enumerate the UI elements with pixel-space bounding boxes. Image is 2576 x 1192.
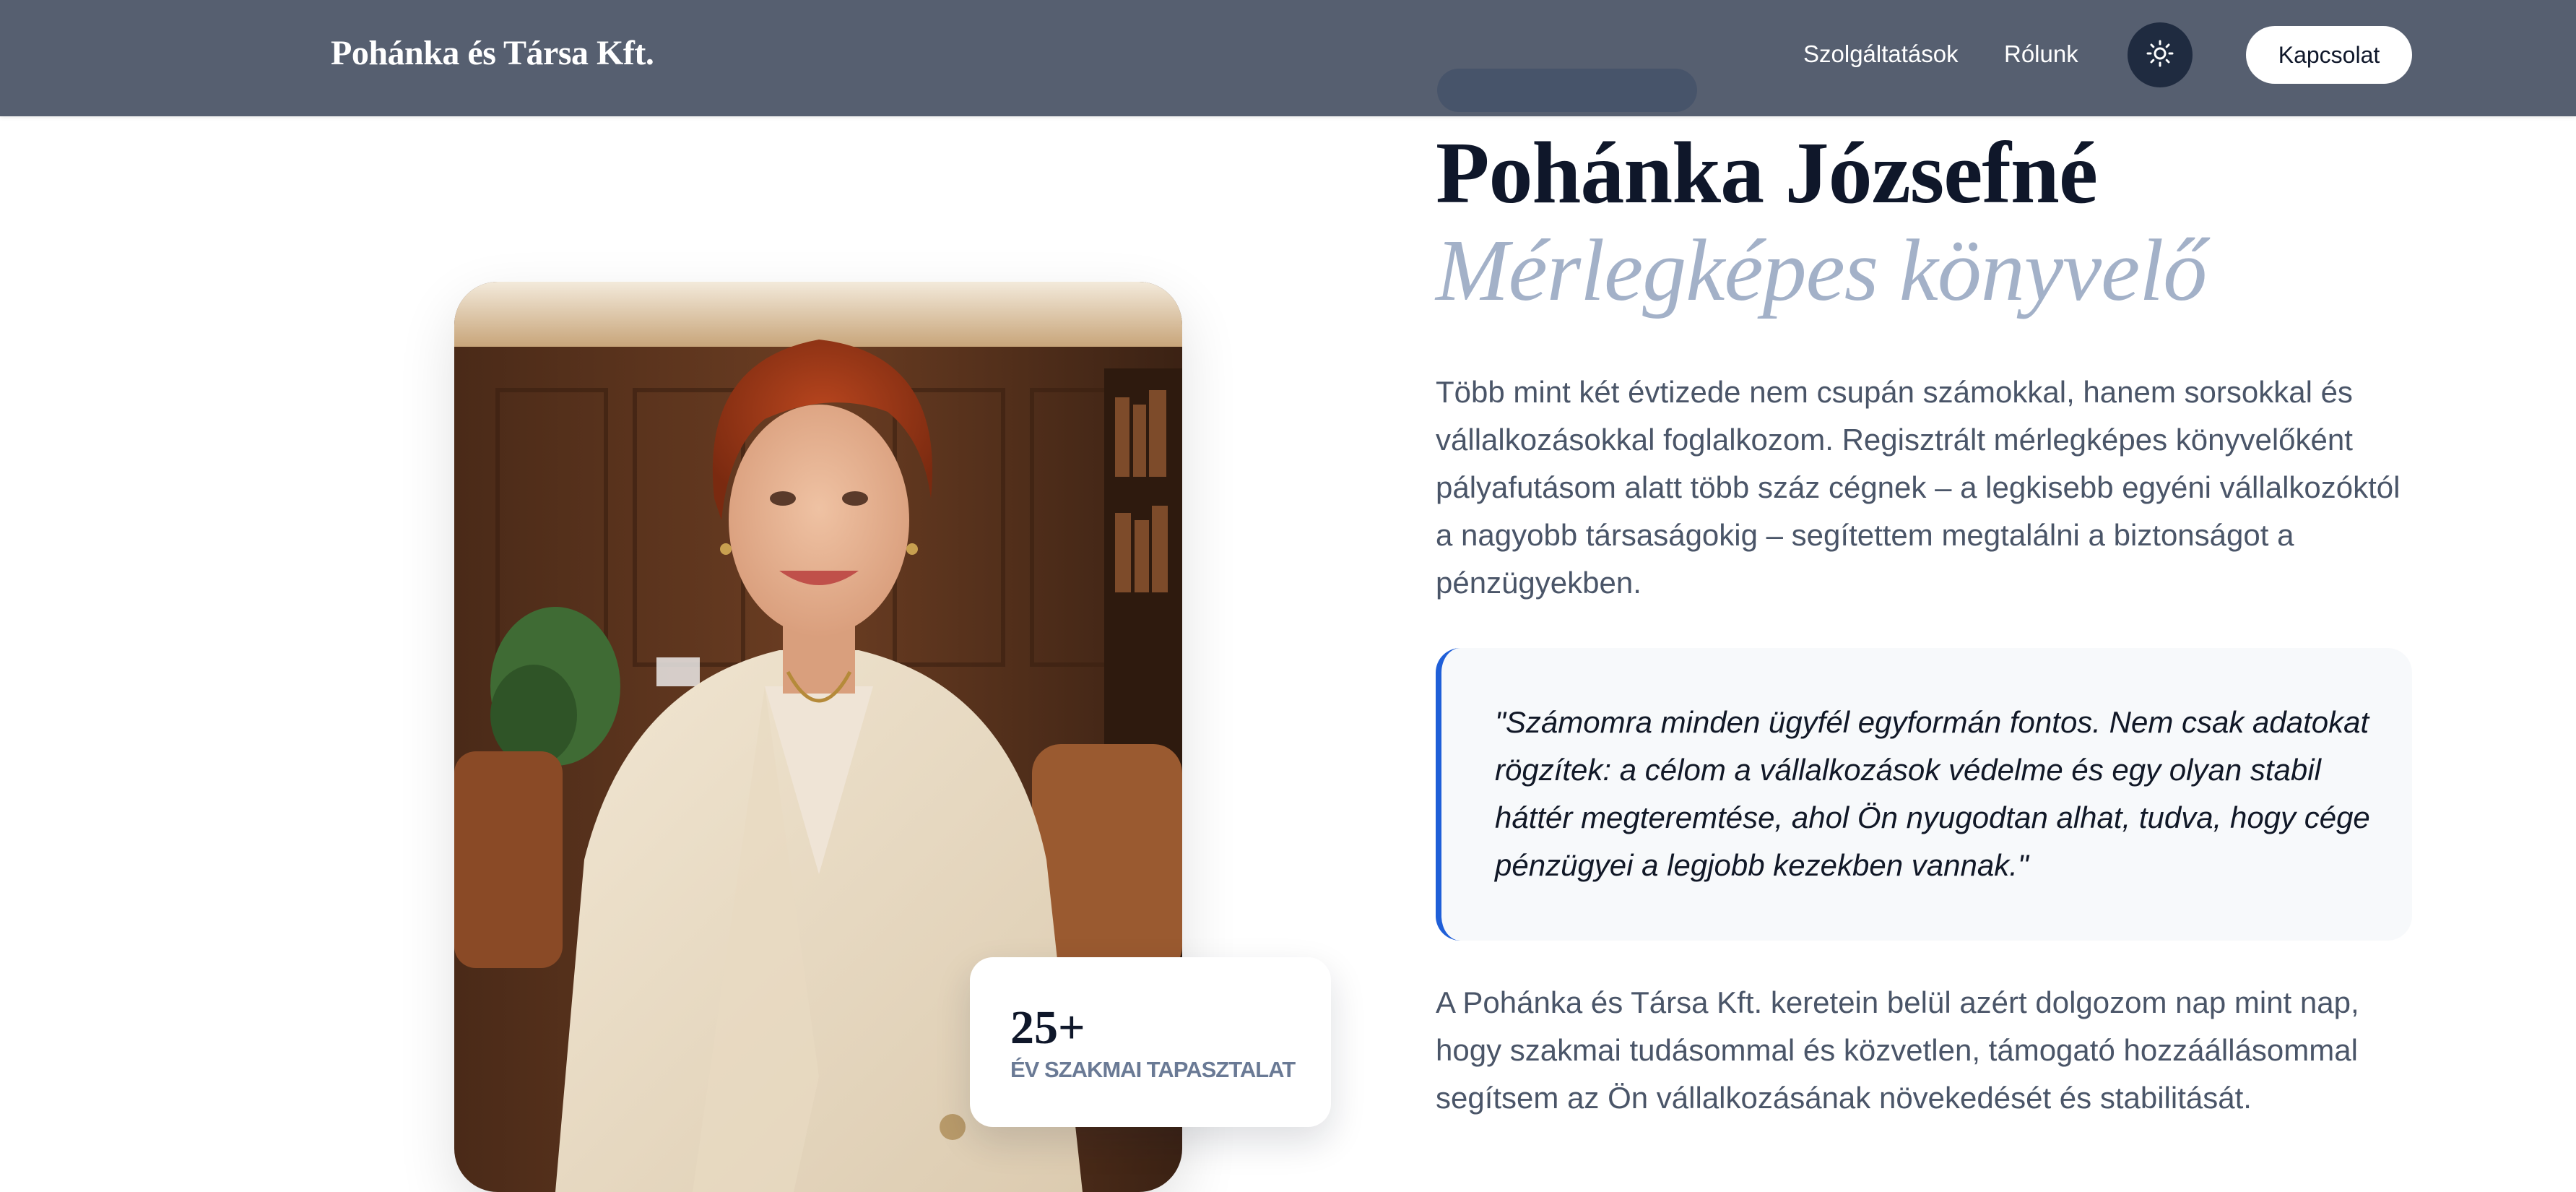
section-badge <box>1437 69 1697 112</box>
nav-about-link[interactable]: Rólunk <box>2004 40 2078 68</box>
contact-button[interactable]: Kapcsolat <box>2246 26 2412 84</box>
site-header: Pohánka és Társa Kft. Szolgáltatások Ról… <box>0 0 2576 116</box>
person-title: Mérlegképes könyvelő <box>1436 222 2207 319</box>
experience-card: 25+ ÉV SZAKMAI TAPASZTALAT <box>970 957 1331 1127</box>
quote-text: "Számomra minden ügyfél egyformán fontos… <box>1495 705 2370 882</box>
intro-paragraph: Több mint két évtizede nem csupán számok… <box>1436 375 2401 600</box>
experience-number: 25+ <box>1010 1001 1085 1054</box>
experience-label: ÉV SZAKMAI TAPASZTALAT <box>1010 1057 1296 1082</box>
theme-toggle-button[interactable] <box>2128 22 2193 87</box>
brand-logo[interactable]: Pohánka és Társa Kft. <box>331 33 654 73</box>
nav-services-link[interactable]: Szolgáltatások <box>1803 40 1959 68</box>
quote-block: "Számomra minden ügyfél egyformán fontos… <box>1436 648 2412 941</box>
outro-paragraph: A Pohánka és Társa Kft. keretein belül a… <box>1436 985 2359 1115</box>
sun-icon <box>2146 39 2174 72</box>
person-name: Pohánka Józsefné <box>1436 124 2098 222</box>
